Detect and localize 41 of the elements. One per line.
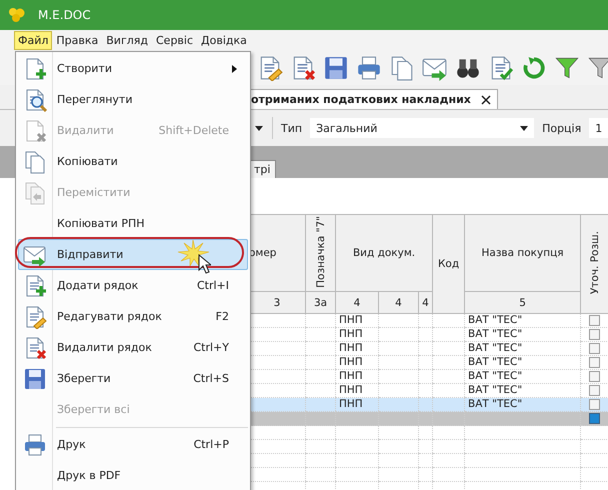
table-cell: ПНП [336,342,378,356]
column-header: Вид докум. [336,214,433,292]
table-cell: ПНП [336,356,378,370]
menu-item[interactable]: Додати рядок Ctrl+I [18,270,248,301]
portion-field[interactable]: 1 [589,118,608,138]
table-cell: ВАТ "ТЕС" [464,328,581,342]
table-cell: ВАТ "ТЕС" [464,398,581,412]
table-cell: ПНП [336,370,378,384]
table-cell: ВАТ "ТЕС" [464,356,581,370]
table-cell: ПНП [336,398,378,412]
table-cell: ВАТ "ТЕС" [464,370,581,384]
menu-item[interactable]: Зберегти Ctrl+S [18,363,248,394]
menu-item[interactable]: Сервіс [152,31,198,50]
type-label: Тип [281,122,302,134]
menu-item[interactable]: Вигляд [102,31,152,50]
column-header: Позначка "7" [306,214,336,292]
portion-label: Порція [542,122,582,134]
column-header: Назва покупця [464,214,581,292]
menu-item[interactable]: Копіювати РПН [18,208,248,239]
table-cell: ВАТ "ТЕС" [464,314,581,328]
table-cell: ВАТ "ТЕС" [464,342,581,356]
menu-item[interactable]: Друк Ctrl+P [18,429,248,460]
menu-item[interactable]: Редагувати рядок F2 [18,301,248,332]
column-header: Уточ. Розш. [580,214,608,314]
menu-item[interactable]: Копіювати [18,146,248,177]
column-number: 3а [306,292,336,314]
table-cell: ПНП [336,314,378,328]
column-number: 4 [378,292,418,314]
menu-item[interactable]: Друк в PDF [18,460,248,490]
window-title: M.E.DOC [38,8,91,22]
table-cell: ПНП [336,328,378,342]
menu-item[interactable]: Правка [52,31,102,50]
menu-item[interactable]: Довідка [197,31,251,50]
column-number: 4 [336,292,378,314]
menu-item[interactable]: Переглянути [18,84,248,115]
type-dropdown[interactable]: Загальний [310,118,534,138]
menu-item[interactable]: Видалити рядок Ctrl+Y [18,332,248,363]
menu-item[interactable]: Файл [14,31,52,50]
column-header: Код [432,214,465,314]
column-number: 5 [464,292,581,314]
column-number: 3 [248,292,306,314]
